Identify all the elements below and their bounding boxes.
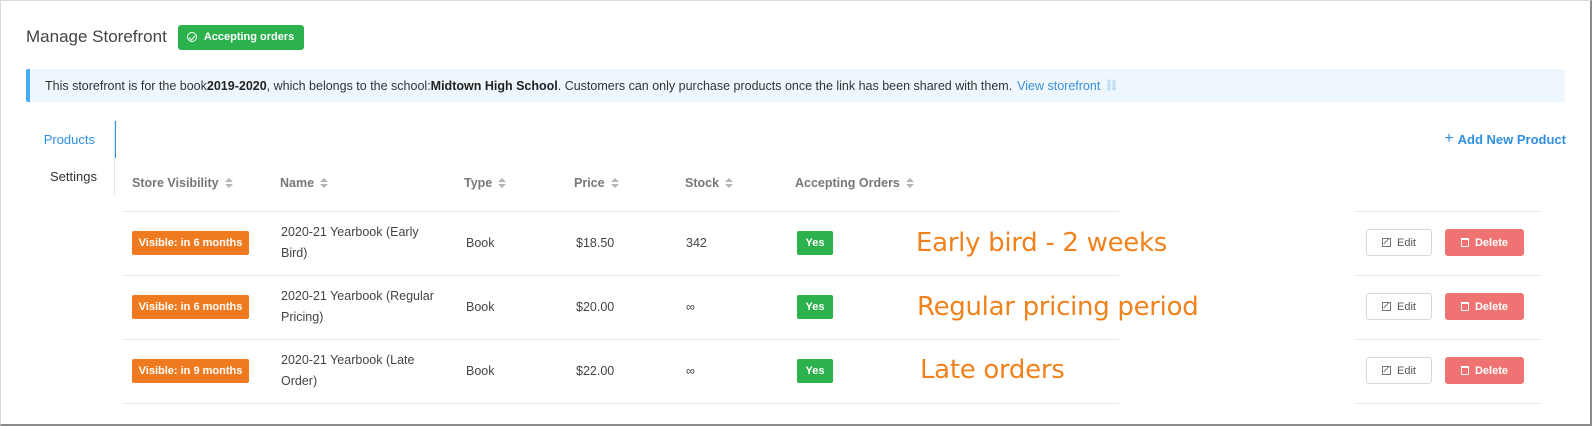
column-header-stock[interactable]: Stock [685,176,734,190]
delete-label: Delete [1474,236,1509,249]
sort-icon [725,178,734,188]
edit-icon [1382,238,1392,247]
sidebar-divider [114,121,115,195]
table-row: Visible: in 6 months 2020-21 Yearbook (E… [0,211,1592,275]
product-price: $20.00 [576,300,615,314]
annotation-text: Late orders [920,355,1065,385]
column-header-name[interactable]: Name [280,176,329,190]
sort-icon [905,178,914,188]
info-text-1: This storefront is for the book [45,78,207,93]
info-school-name: Midtown High School [430,78,558,93]
page-header: Manage Storefront Accepting orders [26,24,305,50]
edit-button[interactable]: Edit [1366,293,1432,320]
product-stock: 342 [686,236,707,250]
visibility-badge: Visible: in 6 months [132,231,249,255]
accepting-orders-badge: Yes [797,295,833,319]
trash-icon [1460,238,1469,247]
trash-icon [1460,302,1469,311]
edit-button[interactable]: Edit [1366,357,1432,384]
accepting-orders-badge: Accepting orders [177,24,305,50]
product-stock: ∞ [686,364,695,378]
edit-icon [1382,302,1392,311]
delete-button[interactable]: Delete [1445,293,1524,320]
column-header-accepting-orders[interactable]: Accepting Orders [795,176,914,190]
product-price: $18.50 [576,236,615,250]
sidebar-item-settings[interactable]: Settings [26,158,116,195]
product-type: Book [466,364,495,378]
row-divider [124,403,1119,404]
sidebar: Products Settings [26,121,116,195]
edit-label: Edit [1397,364,1416,377]
sort-icon [610,178,619,188]
sort-icon [498,178,507,188]
external-link-icon[interactable]: ⛓ [1104,79,1118,92]
product-name: 2020-21 Yearbook (Early Bird) [281,225,419,260]
storefront-info-alert: This storefront is for the book 2019-202… [26,69,1565,102]
visibility-badge: Visible: in 9 months [132,359,249,383]
info-text-3: . Customers can only purchase products o… [557,78,1013,93]
product-stock: ∞ [686,300,695,314]
table-row: Visible: in 6 months 2020-21 Yearbook (R… [0,275,1592,339]
sort-icon [224,178,233,188]
accepting-orders-badge: Yes [797,231,833,255]
delete-label: Delete [1474,300,1509,313]
column-header-label: Type [464,176,493,190]
delete-label: Delete [1474,364,1509,377]
check-circle-icon [186,32,197,42]
edit-button[interactable]: Edit [1366,229,1432,256]
column-header-price[interactable]: Price [574,176,619,190]
column-header-type[interactable]: Type [464,176,507,190]
edit-icon [1382,366,1392,375]
annotation-text: Early bird - 2 weeks [916,228,1167,258]
accepting-orders-badge: Yes [797,359,833,383]
info-book-name: 2019-2020 [206,78,267,93]
product-type: Book [466,236,495,250]
column-header-label: Price [574,176,605,190]
annotation-text: Regular pricing period [917,292,1199,322]
delete-button[interactable]: Delete [1445,357,1524,384]
column-header-label: Accepting Orders [795,176,900,190]
info-text-2: , which belongs to the school: [266,78,431,93]
column-header-label: Store Visibility [132,176,219,190]
edit-label: Edit [1397,300,1416,313]
plus-icon: + [1444,130,1454,147]
add-new-product-label: Add New Product [1457,131,1566,147]
product-name: 2020-21 Yearbook (Late Order) [281,353,415,388]
page-title: Manage Storefront [26,27,167,46]
product-type: Book [466,300,495,314]
add-new-product-button[interactable]: + Add New Product [1444,131,1566,147]
delete-button[interactable]: Delete [1445,229,1524,256]
status-badge-label: Accepting orders [203,31,295,43]
row-divider [1356,403,1541,404]
column-header-label: Stock [685,176,720,190]
sidebar-item-products[interactable]: Products [26,121,116,158]
sort-icon [320,178,329,188]
column-header-store-visibility[interactable]: Store Visibility [132,176,233,190]
view-storefront-link[interactable]: View storefront [1017,79,1100,93]
product-name: 2020-21 Yearbook (Regular Pricing) [281,289,434,324]
edit-label: Edit [1397,236,1416,249]
trash-icon [1460,366,1469,375]
visibility-badge: Visible: in 6 months [132,295,249,319]
column-header-label: Name [280,176,315,190]
table-row: Visible: in 9 months 2020-21 Yearbook (L… [0,339,1592,403]
product-price: $22.00 [576,364,615,378]
